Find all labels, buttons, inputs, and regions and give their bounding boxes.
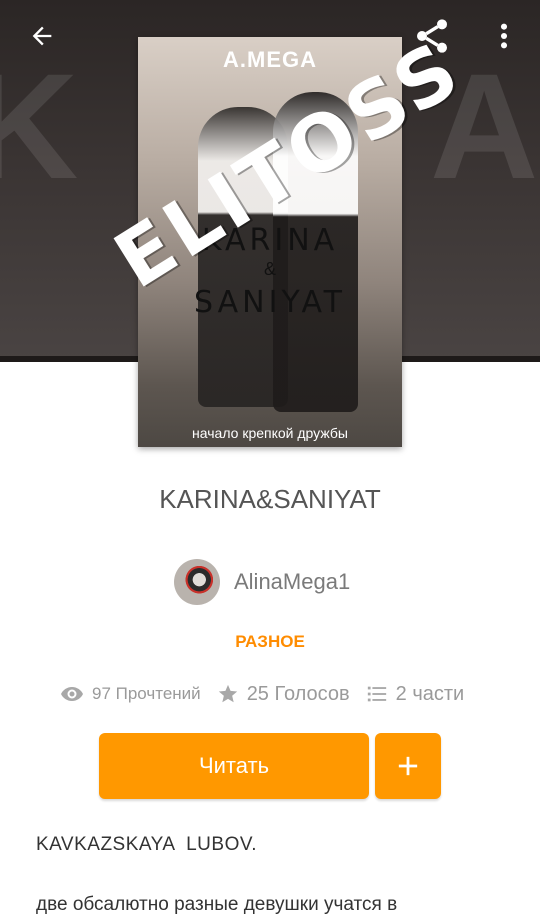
description-line: KAVKAZSKAYA LUBOV.	[36, 834, 258, 855]
list-icon	[367, 686, 386, 702]
cover-title-line2: SANIYAT	[194, 285, 346, 320]
author-link[interactable]: AlinaMega1	[174, 558, 350, 606]
category-tag[interactable]: РАЗНОЕ	[0, 632, 540, 652]
story-title: KARINA&SANIYAT	[159, 484, 381, 514]
author-name[interactable]: AlinaMega1	[234, 569, 350, 595]
reads-stat: 97 Прочтений	[60, 682, 201, 706]
read-button[interactable]: Читать	[99, 733, 369, 799]
parts-count: 2 части	[395, 682, 465, 705]
parts-stat: 2 части	[366, 682, 465, 706]
plus-icon	[398, 756, 418, 776]
arrow-back-icon	[32, 26, 52, 46]
description-line: две обсалютно разные девушки учатся в	[36, 894, 398, 915]
avatar[interactable]	[174, 559, 220, 605]
more-options-button[interactable]	[484, 14, 524, 58]
reads-count: 97 Прочтений	[92, 684, 201, 703]
eye-icon	[61, 687, 83, 701]
add-to-library-button[interactable]	[375, 733, 441, 799]
more-vert-icon	[500, 23, 508, 49]
back-button[interactable]	[18, 14, 66, 58]
story-stats: 97 Прочтений 25 Голосов 2 части	[60, 682, 480, 706]
star-icon	[218, 684, 237, 703]
votes-stat: 25 Голосов	[217, 683, 350, 706]
cover-tagline: начало крепкой дружбы	[192, 425, 348, 441]
votes-count: 25 Голосов	[246, 682, 350, 705]
